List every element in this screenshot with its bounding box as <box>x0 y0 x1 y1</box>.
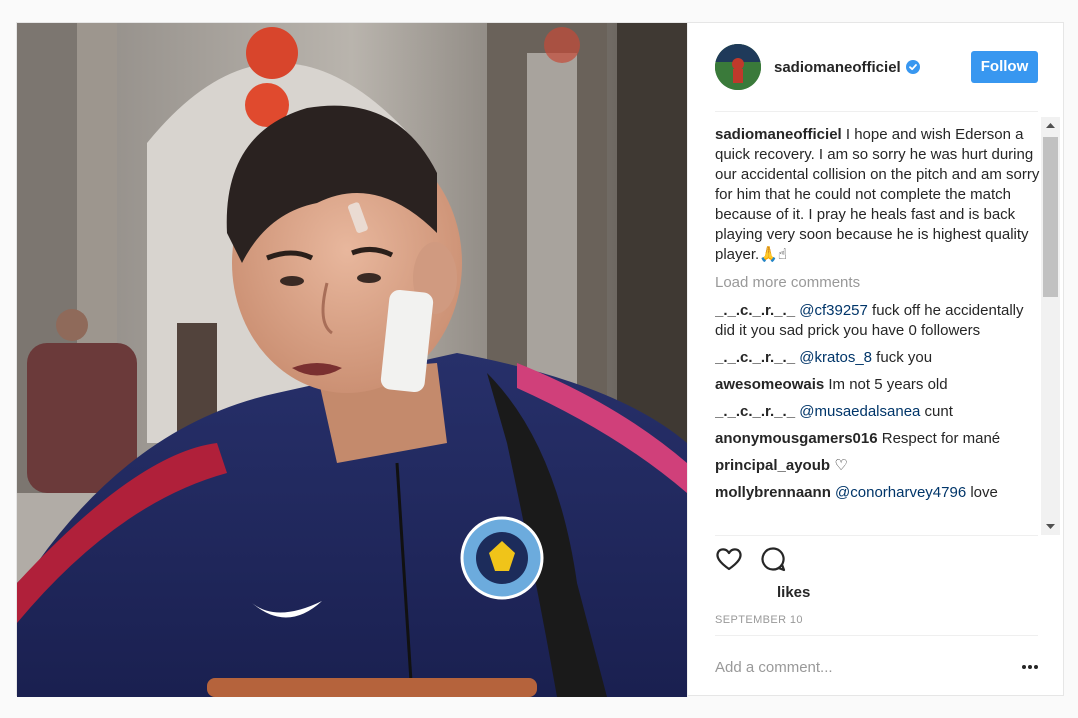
comment-username[interactable]: principal_ayoub <box>715 457 830 474</box>
post-sidebar: sadiomaneofficiel Follow sadiomaneoffici… <box>687 23 1065 697</box>
comment-username[interactable]: _._.c._.r._._ <box>715 403 795 420</box>
post-date[interactable]: SEPTEMBER 10 <box>715 614 803 626</box>
scrollbar-thumb[interactable] <box>1043 137 1058 297</box>
comment-username[interactable]: mollybrennaann <box>715 484 831 501</box>
comment-username[interactable]: _._.c._.r._._ <box>715 349 795 366</box>
comment-username[interactable]: _._.c._.r._._ <box>715 302 795 319</box>
comment-item: mollybrennaann @conorharvey4796 love <box>715 483 1040 503</box>
post-card: sadiomaneofficiel Follow sadiomaneoffici… <box>16 22 1065 697</box>
likes-count[interactable]: likes <box>777 584 810 601</box>
comment-text: fuck you <box>872 349 933 366</box>
comment-mention[interactable]: @conorharvey4796 <box>835 484 966 501</box>
verified-badge-icon <box>906 60 920 74</box>
scroll-up-arrow-icon[interactable] <box>1041 117 1060 134</box>
comment-username[interactable]: anonymousgamers016 <box>715 430 878 447</box>
follow-button[interactable]: Follow <box>971 51 1038 83</box>
divider <box>715 635 1038 636</box>
comment-mention[interactable]: @musaedalsanea <box>799 403 920 420</box>
comment-text: Im not 5 years old <box>824 376 948 393</box>
divider <box>715 111 1038 112</box>
comments-list[interactable]: sadiomaneofficiel I hope and wish Ederso… <box>715 117 1040 535</box>
post-photo[interactable] <box>17 23 687 697</box>
comment-text: cunt <box>920 403 953 420</box>
more-options-icon[interactable] <box>1020 657 1040 677</box>
scroll-down-arrow-icon[interactable] <box>1041 518 1060 535</box>
comment-mention[interactable]: @cf39257 <box>799 302 868 319</box>
comment-item: _._.c._.r._._ @cf39257 fuck off he accid… <box>715 301 1040 341</box>
caption: sadiomaneofficiel I hope and wish Ederso… <box>715 125 1040 265</box>
caption-username[interactable]: sadiomaneofficiel <box>715 126 842 143</box>
comments-scrollbar[interactable] <box>1041 117 1060 535</box>
divider <box>715 535 1038 536</box>
comment-text: love <box>966 484 998 501</box>
load-more-comments-link[interactable]: Load more comments <box>715 273 1040 293</box>
comment-item: _._.c._.r._._ @musaedalsanea cunt <box>715 402 1040 422</box>
photo-illustration <box>17 23 687 697</box>
heart-icon[interactable] <box>715 545 743 573</box>
comment-text: ♡ <box>830 457 848 474</box>
comment-item: awesomeowais Im not 5 years old <box>715 375 1040 395</box>
comment-mention[interactable]: @kratos_8 <box>799 349 872 366</box>
comment-icon[interactable] <box>759 545 787 573</box>
avatar-image <box>715 44 761 90</box>
post-header: sadiomaneofficiel Follow <box>688 23 1066 111</box>
comment-item: principal_ayoub ♡ <box>715 456 1040 476</box>
comment-text: Respect for mané <box>877 430 1001 447</box>
comment-username[interactable]: awesomeowais <box>715 376 824 393</box>
comment-item: _._.c._.r._._ @kratos_8 fuck you <box>715 348 1040 368</box>
caption-text: I hope and wish Ederson a quick recovery… <box>715 126 1040 263</box>
header-username[interactable]: sadiomaneofficiel <box>774 59 901 76</box>
comment-item: anonymousgamers016 Respect for mané <box>715 429 1040 449</box>
add-comment-input[interactable] <box>715 653 1005 681</box>
avatar[interactable] <box>715 44 761 90</box>
